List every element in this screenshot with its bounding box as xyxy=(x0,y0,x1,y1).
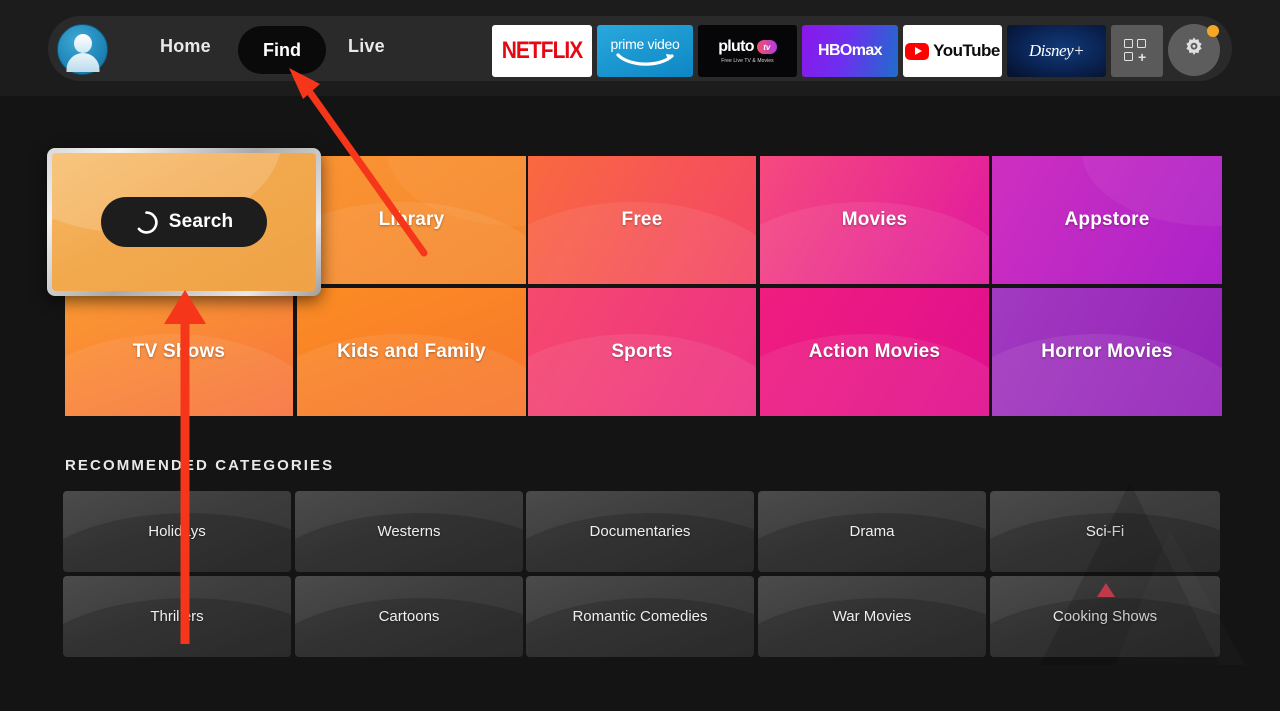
pluto-logo-row: pluto tv xyxy=(718,38,777,56)
app-shortcut-youtube[interactable]: YouTube xyxy=(903,25,1002,77)
tile-library[interactable]: Library xyxy=(297,156,526,284)
category-drama[interactable]: Drama xyxy=(758,491,986,572)
category-westerns[interactable]: Westerns xyxy=(295,491,523,572)
app-shortcut-pluto-tv[interactable]: pluto tv Free Live TV & Movies xyxy=(698,25,797,77)
tile-label: Free xyxy=(621,209,663,230)
category-arc-decor xyxy=(758,513,986,572)
search-ring-icon xyxy=(135,210,158,234)
tile-label: Kids and Family xyxy=(337,341,486,362)
settings-button[interactable] xyxy=(1168,24,1220,76)
tile-search-selected[interactable]: Search xyxy=(47,148,321,296)
netflix-logo-text: NETFLIX xyxy=(501,37,583,64)
tile-label: Library xyxy=(378,209,445,230)
tile-sports[interactable]: Sports xyxy=(528,288,756,416)
tile-label: Sports xyxy=(611,341,673,362)
category-arc-decor xyxy=(990,598,1220,657)
category-arc-decor xyxy=(990,513,1220,572)
tile-label: Horror Movies xyxy=(1041,341,1173,362)
search-button[interactable]: Search xyxy=(101,197,267,247)
category-arc-decor xyxy=(295,598,523,657)
app-shortcut-hbo-max[interactable]: HBOmax xyxy=(802,25,898,77)
category-label: Westerns xyxy=(377,523,441,540)
category-label: Thrillers xyxy=(150,608,204,625)
app-shortcut-prime-video[interactable]: prime video xyxy=(597,25,693,77)
category-war-movies[interactable]: War Movies xyxy=(758,576,986,657)
hbomax-logo-text: HBOmax xyxy=(818,42,883,59)
apps-plus-label: + xyxy=(1138,49,1147,65)
category-label: Cartoons xyxy=(378,608,440,625)
nav-item-live[interactable]: Live xyxy=(348,36,385,57)
category-label: Sci-Fi xyxy=(1085,523,1125,540)
prime-smile-icon xyxy=(616,53,674,66)
category-documentaries[interactable]: Documentaries xyxy=(526,491,754,572)
category-label: War Movies xyxy=(832,608,912,625)
pluto-tv-badge: tv xyxy=(756,40,777,54)
tile-label: TV Shows xyxy=(132,341,226,362)
apps-grid-button[interactable]: + xyxy=(1111,25,1163,77)
youtube-logo-row: YouTube xyxy=(905,41,1000,61)
avatar-body-icon xyxy=(66,53,99,72)
pluto-logo-text: pluto xyxy=(718,38,754,55)
tile-kids-and-family[interactable]: Kids and Family xyxy=(297,288,526,416)
tile-free[interactable]: Free xyxy=(528,156,756,284)
avatar-head-icon xyxy=(73,34,92,53)
gear-icon xyxy=(1180,34,1208,67)
tile-tv-shows[interactable]: TV Shows xyxy=(65,288,293,416)
prime-video-logo-text: prime video xyxy=(610,36,680,52)
fire-tv-find-screen: Home Find Live NETFLIX prime video pluto… xyxy=(0,0,1280,711)
tile-action-movies[interactable]: Action Movies xyxy=(760,288,989,416)
category-label: Drama xyxy=(849,523,895,540)
watermark-red-triangle xyxy=(1097,583,1115,597)
category-label: Documentaries xyxy=(589,523,691,540)
category-arc-decor xyxy=(758,598,986,657)
disney-logo-text: Disney+ xyxy=(1028,41,1085,60)
search-button-label: Search xyxy=(168,211,234,232)
tile-movies[interactable]: Movies xyxy=(760,156,989,284)
category-arc-decor xyxy=(63,598,291,657)
app-shortcut-netflix[interactable]: NETFLIX xyxy=(492,25,592,77)
nav-item-home[interactable]: Home xyxy=(160,36,211,57)
apps-grid-icon: + xyxy=(1124,39,1150,65)
category-arc-decor xyxy=(295,513,523,572)
tile-label: Appstore xyxy=(1064,209,1150,230)
category-thrillers[interactable]: Thrillers xyxy=(63,576,291,657)
category-cartoons[interactable]: Cartoons xyxy=(295,576,523,657)
category-romantic-comedies[interactable]: Romantic Comedies xyxy=(526,576,754,657)
youtube-play-icon xyxy=(905,42,930,60)
category-sci-fi[interactable]: Sci-Fi xyxy=(990,491,1220,572)
youtube-logo-text: YouTube xyxy=(933,41,1000,60)
pluto-tagline: Free Live TV & Movies xyxy=(721,58,774,64)
category-label: Holidays xyxy=(148,523,206,540)
category-arc-decor xyxy=(526,513,754,572)
recommended-categories-heading: RECOMMENDED CATEGORIES xyxy=(65,457,335,474)
settings-notification-badge xyxy=(1207,25,1219,37)
tile-label: Action Movies xyxy=(808,341,941,362)
tile-horror-movies[interactable]: Horror Movies xyxy=(992,288,1222,416)
nav-item-find-label: Find xyxy=(263,39,301,60)
app-shortcut-disney-plus[interactable]: Disney+ xyxy=(1007,25,1106,77)
recommended-categories-grid: Holidays Westerns Documentaries Drama Sc… xyxy=(63,491,1220,658)
nav-item-find[interactable]: Find xyxy=(238,26,326,74)
category-holidays[interactable]: Holidays xyxy=(63,491,291,572)
top-navigation-bar: Home Find Live NETFLIX prime video pluto… xyxy=(0,0,1280,96)
category-arc-decor xyxy=(526,598,754,657)
category-label: Cooking Shows xyxy=(1052,608,1158,625)
category-arc-decor xyxy=(63,513,291,572)
category-label: Romantic Comedies xyxy=(572,608,708,625)
tile-label: Movies xyxy=(841,209,908,230)
tile-appstore[interactable]: Appstore xyxy=(992,156,1222,284)
search-tile-surface: Search xyxy=(52,153,316,291)
avatar[interactable] xyxy=(57,24,108,75)
